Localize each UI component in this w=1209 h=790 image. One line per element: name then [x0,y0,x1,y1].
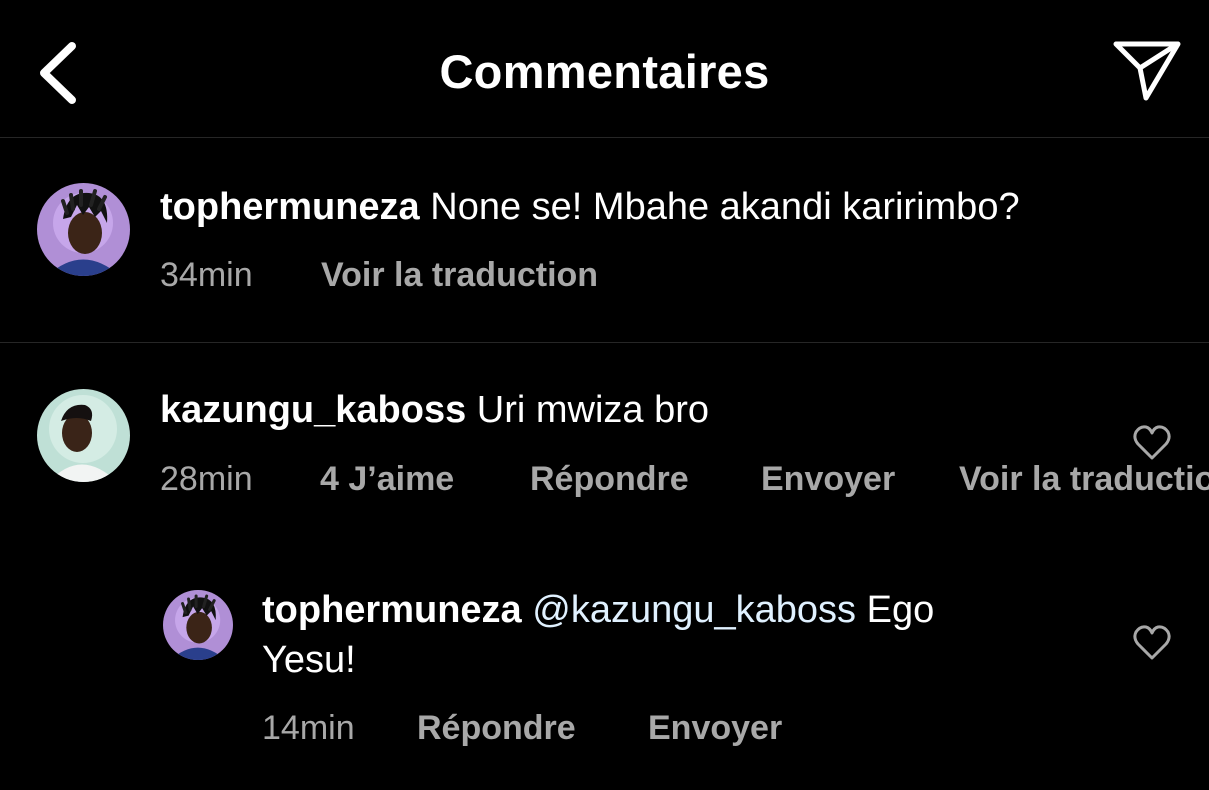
see-translation-link[interactable]: Voir la traduction [321,256,598,295]
send-button[interactable]: Envoyer [648,709,782,748]
reply-item: tophermuneza @kazungu_kaboss Ego Yesu! 1… [0,580,1209,790]
send-button[interactable]: Envoyer [761,460,895,499]
paper-plane-icon [1113,41,1181,101]
mention-link[interactable]: @kazungu_kaboss [532,589,856,631]
comment-text: kazungu_kaboss Uri mwiza bro [160,385,709,435]
likes-count[interactable]: 4 J’aime [320,460,454,499]
heart-outline-icon [1133,425,1171,460]
reply-text: tophermuneza @kazungu_kaboss Ego Yesu! [262,585,934,685]
comment-item: kazungu_kaboss Uri mwiza bro 28min 4 J’a… [0,343,1209,543]
share-button[interactable] [1110,36,1184,106]
reply-body-line2: Yesu! [262,639,356,681]
comment-username[interactable]: tophermuneza [160,186,420,228]
page-title: Commentaires [439,45,770,98]
top-bar: Commentaires [0,0,1209,138]
comment-body: Uri mwiza bro [476,389,710,431]
avatar[interactable] [163,590,233,660]
reply-username[interactable]: tophermuneza [262,589,522,631]
comment-meta: 28min 4 J’aime Répondre Envoyer Voir la … [160,460,1209,504]
comment-username[interactable]: kazungu_kaboss [160,389,466,431]
reply-button[interactable]: Répondre [417,709,576,748]
see-translation-link[interactable]: Voir la traduction [959,460,1209,499]
like-button[interactable] [1132,623,1172,663]
reply-time: 14min [262,709,355,747]
comment-time: 34min [160,256,253,294]
reply-button[interactable]: Répondre [530,460,689,499]
like-button[interactable] [1132,423,1172,463]
avatar[interactable] [37,389,130,482]
reply-meta: 14min Répondre Envoyer [262,709,962,753]
heart-outline-icon [1133,625,1171,660]
comment-time: 28min [160,460,253,498]
avatar[interactable] [37,183,130,276]
caption-comment: tophermuneza None se! Mbahe akandi karir… [0,138,1209,343]
reply-body-line1: Ego [866,589,935,631]
comment-meta: 34min Voir la traduction [160,256,860,300]
comment-body: None se! Mbahe akandi karirimbo? [430,186,1020,228]
comment-text: tophermuneza None se! Mbahe akandi karir… [160,182,1020,232]
